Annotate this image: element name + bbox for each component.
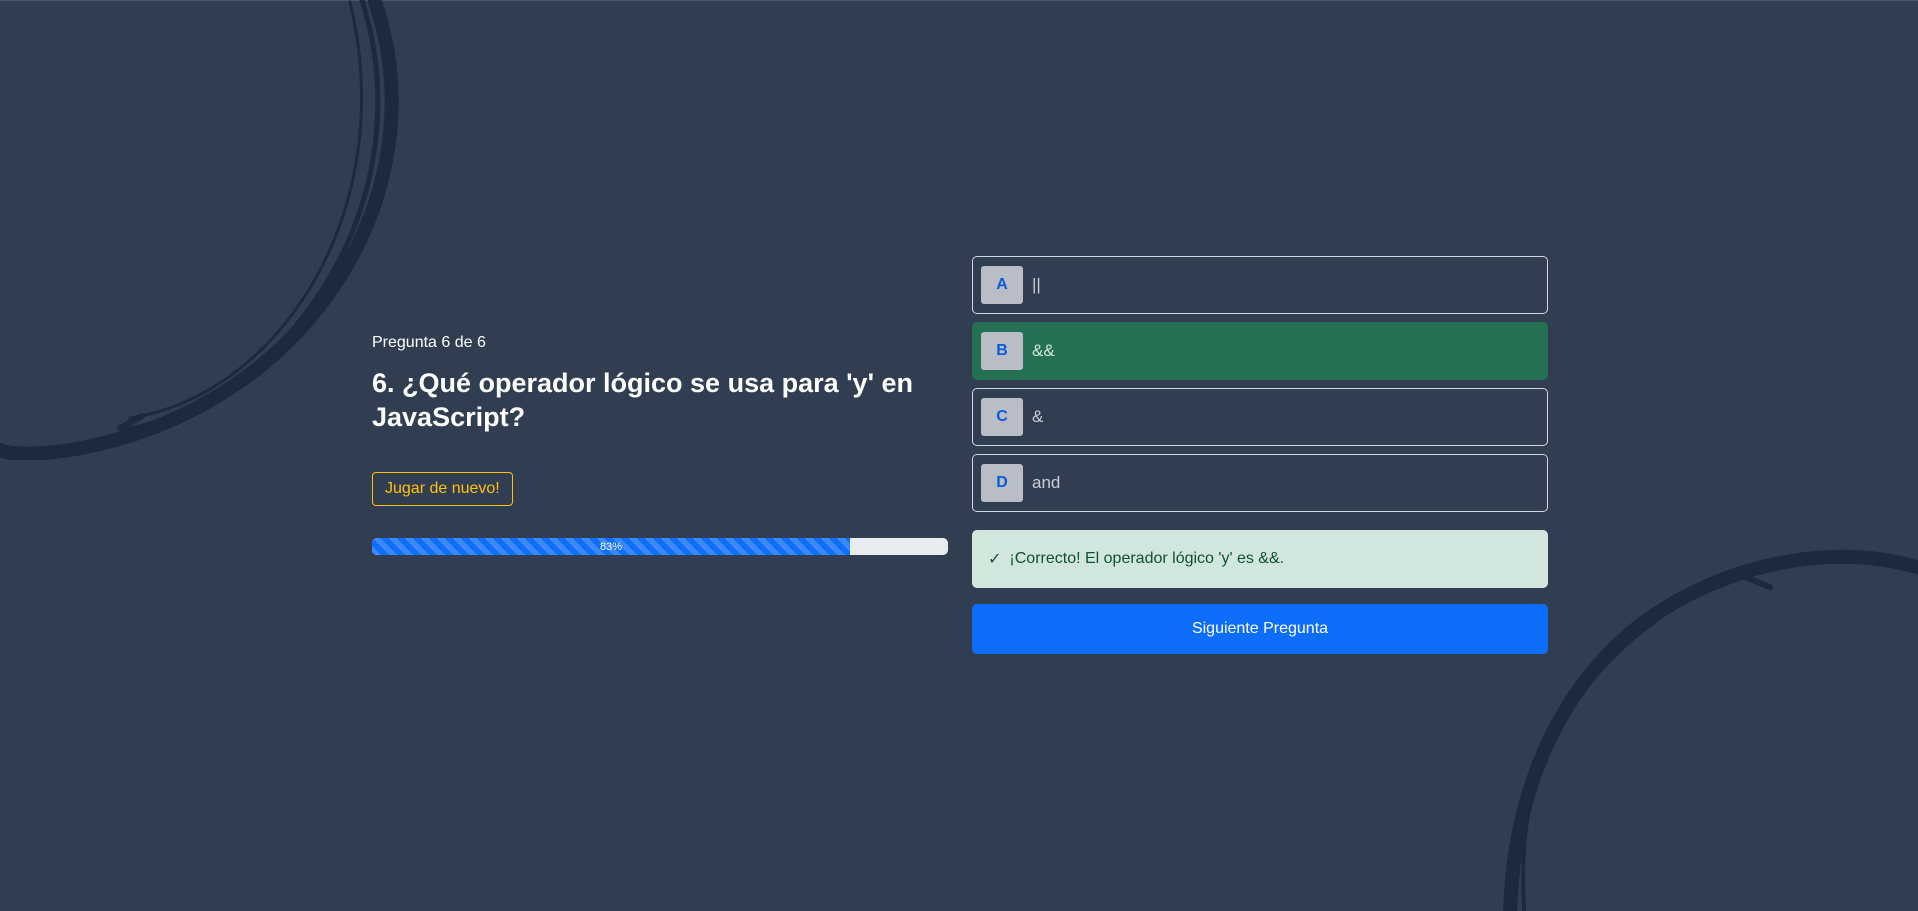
top-border xyxy=(0,0,1918,1)
feedback-text: ¡Correcto! El operador lógico 'y' es &&. xyxy=(1009,550,1285,567)
question-panel: Pregunta 6 de 6 6. ¿Qué operador lógico … xyxy=(372,334,948,555)
progress-bar: 83% xyxy=(372,538,948,555)
feedback-alert: ✓ ¡Correcto! El operador lógico 'y' es &… xyxy=(972,530,1548,588)
option-text: and xyxy=(1032,473,1061,492)
question-counter: Pregunta 6 de 6 xyxy=(372,334,486,351)
option-letter: C xyxy=(981,398,1023,436)
answers-panel: A || B && C & D and ✓ ¡Correcto! El oper… xyxy=(972,256,1548,654)
option-a[interactable]: A || xyxy=(972,256,1548,314)
check-icon: ✓ xyxy=(988,551,1002,568)
option-letter: D xyxy=(981,464,1023,502)
quiz-page: Pregunta 6 de 6 6. ¿Qué operador lógico … xyxy=(0,0,1918,911)
option-text: || xyxy=(1032,275,1041,294)
progress-label: 83% xyxy=(600,540,623,553)
next-question-button[interactable]: Siguiente Pregunta xyxy=(972,604,1548,654)
option-text: && xyxy=(1032,341,1055,360)
decorative-swirl-top-left xyxy=(0,0,399,460)
option-letter: B xyxy=(981,332,1023,370)
play-again-button[interactable]: Jugar de nuevo! xyxy=(372,472,513,506)
option-c[interactable]: C & xyxy=(972,388,1548,446)
question-title: 6. ¿Qué operador lógico se usa para 'y' … xyxy=(372,368,914,432)
option-d[interactable]: D and xyxy=(972,454,1548,512)
option-letter: A xyxy=(981,266,1023,304)
option-b[interactable]: B && xyxy=(972,322,1548,380)
progress-fill: 83% xyxy=(372,538,851,555)
option-text: & xyxy=(1032,407,1044,426)
